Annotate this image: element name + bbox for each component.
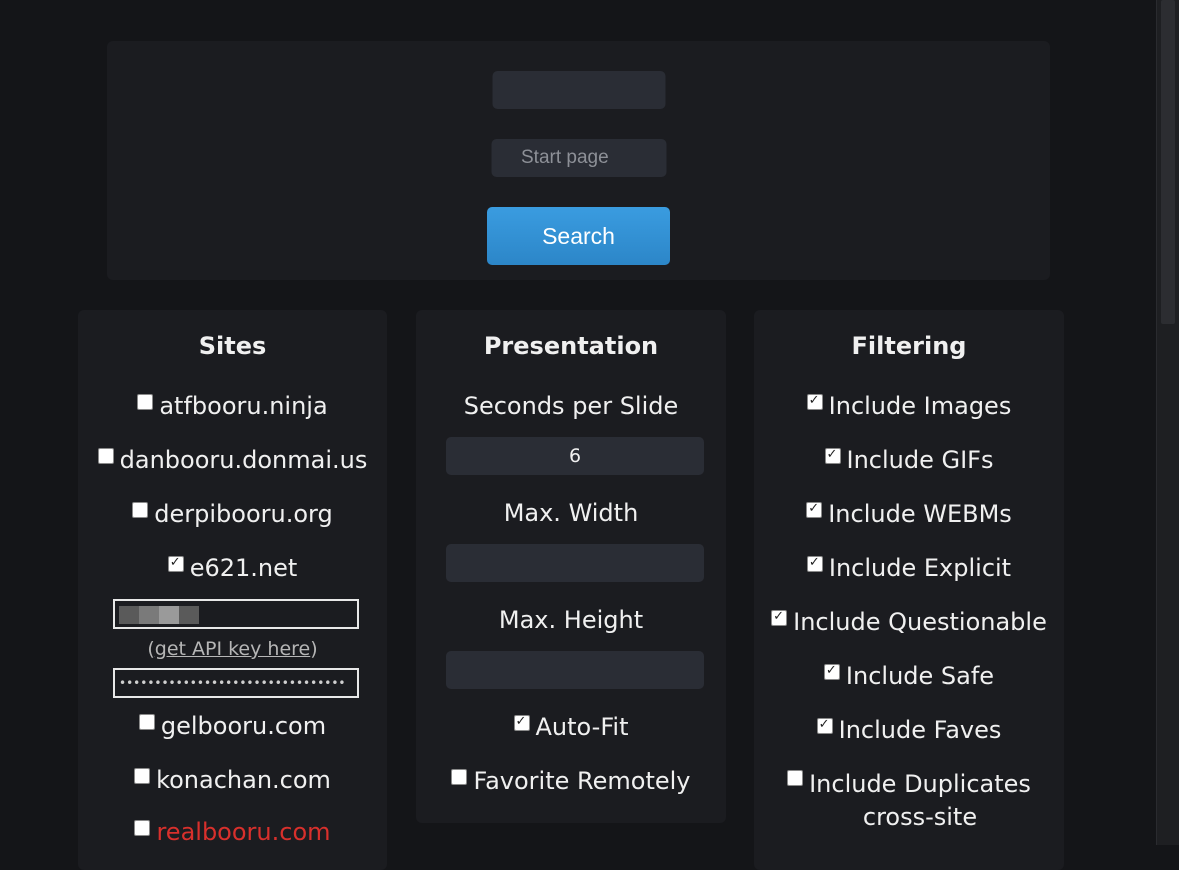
site-checkbox-gelbooru[interactable] bbox=[138, 714, 155, 730]
favorite-remotely-checkbox[interactable] bbox=[451, 769, 468, 785]
filter-label: Include Images bbox=[828, 392, 1012, 420]
filter-checkbox-safe[interactable] bbox=[823, 662, 840, 680]
max-width-input[interactable] bbox=[446, 544, 704, 582]
seconds-per-slide-input[interactable] bbox=[446, 437, 704, 475]
tag-query-input[interactable] bbox=[492, 71, 665, 109]
filter-checkbox-explicit[interactable] bbox=[806, 554, 823, 572]
autofit-label: Auto-Fit bbox=[535, 713, 629, 741]
filter-option-questionable[interactable]: Include Questionable bbox=[754, 608, 1064, 636]
max-height-label: Max. Height bbox=[498, 606, 644, 634]
site-option-derpibooru[interactable]: derpibooru.org bbox=[78, 500, 387, 528]
site-option-gelbooru[interactable]: gelbooru.com bbox=[78, 712, 387, 740]
autofit-checkbox[interactable] bbox=[513, 713, 530, 731]
max-height-input[interactable] bbox=[446, 651, 704, 689]
filter-label: Include Questionable bbox=[793, 608, 1047, 636]
site-label: e621.net bbox=[189, 554, 298, 582]
filter-option-duplicates[interactable]: Include Duplicates cross-site bbox=[754, 768, 1064, 834]
filtering-card: Filtering Include Images Include GIFs In… bbox=[754, 310, 1064, 870]
filter-checkbox-duplicates[interactable] bbox=[787, 770, 804, 786]
filter-checkbox-webms[interactable] bbox=[806, 500, 823, 518]
filter-checkbox-faves[interactable] bbox=[816, 716, 833, 734]
sites-title: Sites bbox=[198, 332, 267, 360]
site-label: konachan.com bbox=[156, 766, 331, 794]
filter-label: Include Explicit bbox=[828, 554, 1012, 582]
filter-checkbox-images[interactable] bbox=[806, 392, 823, 410]
filter-option-safe[interactable]: Include Safe bbox=[754, 662, 1064, 690]
site-checkbox-danbooru[interactable] bbox=[97, 448, 114, 464]
filter-label: Include GIFs bbox=[846, 446, 994, 474]
filter-label: Include Safe bbox=[845, 662, 995, 690]
filter-checkbox-questionable[interactable] bbox=[771, 608, 788, 626]
site-option-realbooru[interactable]: realbooru.com bbox=[78, 818, 387, 846]
filter-checkbox-gifs[interactable] bbox=[824, 446, 841, 464]
site-label: derpibooru.org bbox=[154, 500, 333, 528]
site-label: atfbooru.ninja bbox=[159, 392, 328, 420]
seconds-per-slide-label: Seconds per Slide bbox=[463, 392, 679, 420]
autofit-option[interactable]: Auto-Fit bbox=[416, 713, 726, 741]
filter-option-gifs[interactable]: Include GIFs bbox=[754, 446, 1064, 474]
get-api-key-link[interactable]: get API key here bbox=[155, 638, 310, 660]
page-scrollbar[interactable] bbox=[1156, 0, 1179, 845]
filtering-title: Filtering bbox=[851, 332, 967, 360]
site-label: danbooru.donmai.us bbox=[119, 446, 368, 474]
site-checkbox-realbooru[interactable] bbox=[134, 820, 151, 836]
site-label: gelbooru.com bbox=[160, 712, 327, 740]
site-option-e621[interactable]: e621.net bbox=[78, 554, 387, 582]
filter-label-duplicates: Include Duplicates cross-site bbox=[809, 770, 1031, 831]
site-checkbox-konachan[interactable] bbox=[134, 768, 151, 784]
favorite-remotely-option[interactable]: Favorite Remotely bbox=[416, 767, 726, 795]
site-checkbox-e621[interactable] bbox=[167, 554, 184, 572]
filter-option-faves[interactable]: Include Faves bbox=[754, 716, 1064, 744]
filter-option-webms[interactable]: Include WEBMs bbox=[754, 500, 1064, 528]
site-checkbox-derpibooru[interactable] bbox=[132, 502, 149, 518]
redacted-text bbox=[119, 605, 139, 624]
filter-option-images[interactable]: Include Images bbox=[754, 392, 1064, 420]
presentation-card: Presentation Seconds per Slide Max. Widt… bbox=[416, 310, 726, 823]
favorite-remotely-label: Favorite Remotely bbox=[473, 767, 691, 795]
presentation-title: Presentation bbox=[483, 332, 659, 360]
e621-username-field[interactable] bbox=[113, 599, 359, 629]
site-option-atfbooru[interactable]: atfbooru.ninja bbox=[78, 392, 387, 420]
site-option-danbooru[interactable]: danbooru.donmai.us bbox=[78, 446, 387, 474]
filter-label: Include Faves bbox=[838, 716, 1002, 744]
search-button[interactable]: Search bbox=[487, 207, 670, 265]
start-page-input[interactable] bbox=[491, 139, 666, 177]
filter-option-explicit[interactable]: Include Explicit bbox=[754, 554, 1064, 582]
site-label-warning: realbooru.com bbox=[156, 818, 331, 846]
site-checkbox-atfbooru[interactable] bbox=[137, 394, 154, 410]
e621-api-key-field[interactable]: •••••••••••••••••••••••••••••••• bbox=[113, 668, 359, 698]
api-key-link-line: (get API key here) bbox=[147, 638, 318, 660]
sites-card: Sites atfbooru.ninja danbooru.donmai.us … bbox=[78, 310, 387, 870]
search-panel: Search bbox=[107, 41, 1050, 280]
scrollbar-thumb[interactable] bbox=[1161, 0, 1175, 324]
site-option-konachan[interactable]: konachan.com bbox=[78, 766, 387, 794]
filter-label: Include WEBMs bbox=[828, 500, 1012, 528]
max-width-label: Max. Width bbox=[503, 499, 639, 527]
